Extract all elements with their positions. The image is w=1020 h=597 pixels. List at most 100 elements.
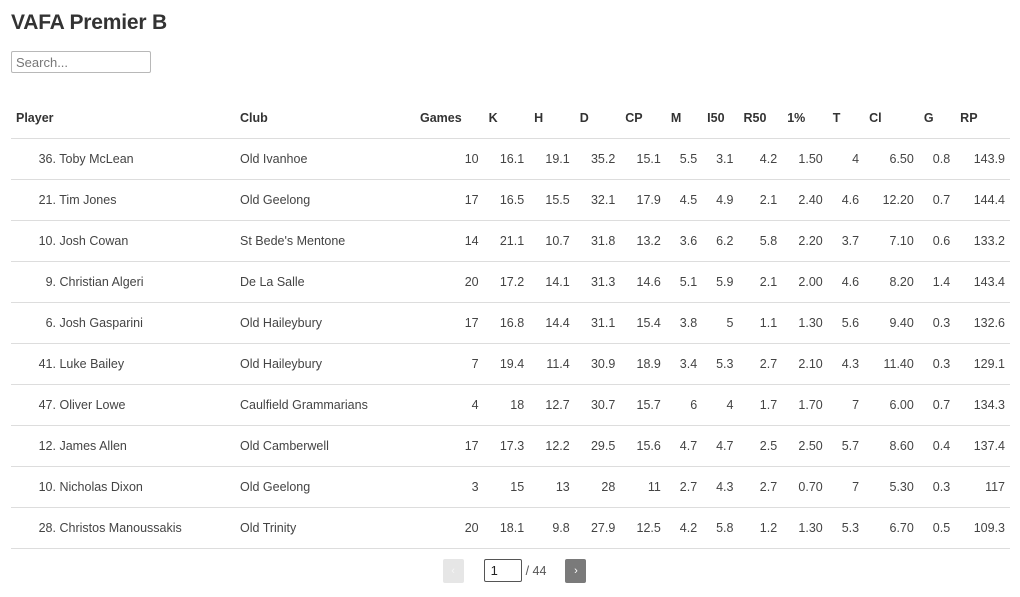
column-header-r50[interactable]: R50 [738, 99, 783, 139]
stat-cell-k: 17.2 [483, 261, 530, 303]
stat-cell-one-percent: 1.50 [782, 138, 828, 180]
stat-cell-cl: 8.60 [864, 425, 919, 467]
column-header-games[interactable]: Games [415, 99, 484, 139]
stat-cell-one-percent: 1.30 [782, 507, 828, 549]
stat-cell-d: 31.1 [574, 302, 621, 344]
stat-cell-d: 30.7 [574, 384, 621, 426]
stat-cell-cp: 14.6 [620, 261, 666, 303]
stat-cell-cl: 6.70 [864, 507, 919, 549]
stat-cell-cp: 11 [620, 466, 666, 508]
table-row[interactable]: 10. Nicholas Dixon Old Geelong 3 15 13 28 11 2.… [11, 466, 1010, 508]
stat-cell-m: 2.7 [665, 466, 703, 508]
table-row[interactable]: 36. Toby McLean Old Ivanhoe 10 16.1 19.1 35.2… [11, 138, 1010, 180]
column-header-h[interactable]: H [529, 99, 575, 139]
stat-cell-t: 5.6 [827, 302, 865, 344]
stat-cell-one-percent: 2.00 [782, 261, 828, 303]
club-cell: Caulfield Grammarians [235, 384, 415, 426]
table-row[interactable]: 21. Tim Jones Old Geelong 17 16.5 15.5 32.1 17… [11, 179, 1010, 221]
stat-cell-rp: 133.2 [955, 220, 1010, 262]
stat-cell-d: 32.1 [574, 179, 621, 221]
stat-cell-m: 5.1 [665, 261, 703, 303]
column-header-cp[interactable]: CP [620, 99, 666, 139]
stat-cell-k: 15 [483, 466, 530, 508]
player-number: 36. [38, 151, 56, 166]
stat-cell-rp: 129.1 [955, 343, 1010, 385]
table-row[interactable]: 10. Josh Cowan St Bede's Mentone 14 21.1 10.… [11, 220, 1010, 262]
stat-cell-d: 30.9 [574, 343, 621, 385]
player-cell: 21. Tim Jones [11, 179, 235, 221]
stat-cell-r50: 2.1 [738, 179, 783, 221]
stat-cell-cp: 12.5 [620, 507, 666, 549]
column-header-one-percent[interactable]: 1% [782, 99, 828, 139]
page-number-input[interactable] [483, 559, 522, 582]
column-header-i50[interactable]: I50 [702, 99, 739, 139]
column-header-t[interactable]: T [827, 99, 865, 139]
player-cell: 28. Christos Manoussakis [11, 507, 235, 549]
stat-cell-d: 35.2 [574, 138, 621, 180]
stat-cell-m: 3.6 [665, 220, 703, 262]
table-row[interactable]: 9. Christian Algeri De La Salle 20 17.2 14.1… [11, 261, 1010, 303]
stat-cell-cp: 15.4 [620, 302, 666, 344]
club-cell: Old Haileybury [235, 343, 415, 385]
player-cell: 47. Oliver Lowe [11, 384, 235, 426]
stat-cell-cl: 9.40 [864, 302, 919, 344]
player-number: 28. [38, 520, 56, 535]
stat-cell-one-percent: 1.30 [782, 302, 828, 344]
column-header-d[interactable]: D [574, 99, 621, 139]
stat-cell-i50: 4.9 [702, 179, 739, 221]
stat-cell-g: 0.3 [918, 343, 956, 385]
stat-cell-d: 27.9 [574, 507, 621, 549]
column-header-k[interactable]: K [483, 99, 530, 139]
stat-cell-g: 1.4 [918, 261, 956, 303]
prev-page-button[interactable]: ‹ [442, 558, 464, 583]
stat-cell-rp: 109.3 [955, 507, 1010, 549]
column-header-cl[interactable]: Cl [864, 99, 919, 139]
player-cell: 12. James Allen [11, 425, 235, 467]
stat-cell-r50: 2.5 [738, 425, 783, 467]
stat-cell-h: 14.4 [529, 302, 575, 344]
player-number: 6. [45, 315, 56, 330]
search-input[interactable] [11, 51, 151, 73]
stat-cell-h: 12.7 [529, 384, 575, 426]
stat-cell-k: 18.1 [483, 507, 530, 549]
stat-cell-h: 11.4 [529, 343, 575, 385]
table-row[interactable]: 47. Oliver Lowe Caulfield Grammarians 4 18 1… [11, 384, 1010, 426]
club-cell: Old Camberwell [235, 425, 415, 467]
stat-cell-m: 4.7 [665, 425, 703, 467]
stat-cell-m: 6 [665, 384, 703, 426]
stat-cell-one-percent: 2.40 [782, 179, 828, 221]
player-cell: 10. Josh Cowan [11, 220, 235, 262]
table-row[interactable]: 28. Christos Manoussakis Old Trinity 20 18.… [11, 507, 1010, 549]
stat-cell-d: 29.5 [574, 425, 621, 467]
stat-cell-cp: 15.1 [620, 138, 666, 180]
stat-cell-t: 7 [827, 384, 865, 426]
next-page-button[interactable]: › [565, 558, 587, 583]
column-header-club[interactable]: Club [235, 99, 415, 139]
stat-cell-t: 5.7 [827, 425, 865, 467]
column-header-rp[interactable]: RP [955, 99, 1010, 139]
table-row[interactable]: 6. Josh Gasparini Old Haileybury 17 16.8 14.… [11, 302, 1010, 344]
stat-cell-h: 19.1 [529, 138, 575, 180]
table-row[interactable]: 41. Luke Bailey Old Haileybury 7 19.4 11.4 30… [11, 343, 1010, 385]
stat-cell-m: 4.5 [665, 179, 703, 221]
table-row[interactable]: 12. James Allen Old Camberwell 17 17.3 12.2 2… [11, 425, 1010, 467]
stat-cell-rp: 143.9 [955, 138, 1010, 180]
player-cell: 41. Luke Bailey [11, 343, 235, 385]
stat-cell-cp: 15.7 [620, 384, 666, 426]
stat-cell-m: 3.4 [665, 343, 703, 385]
player-name: Nicholas Dixon [59, 479, 143, 494]
stat-cell-r50: 4.2 [738, 138, 783, 180]
table-header-row: Player Club Games K H D CP M I50 R50 1% T Cl G RP [11, 99, 1010, 139]
stat-cell-games: 10 [415, 138, 484, 180]
player-name: Christian Algeri [59, 274, 144, 289]
player-cell: 36. Toby McLean [11, 138, 235, 180]
stat-cell-rp: 143.4 [955, 261, 1010, 303]
column-header-m[interactable]: M [665, 99, 703, 139]
stat-cell-h: 9.8 [529, 507, 575, 549]
player-stats-table: Player Club Games K H D CP M I50 R50 1% T Cl G RP 36. … [11, 99, 1010, 549]
stat-cell-cp: 15.6 [620, 425, 666, 467]
stat-cell-cl: 11.40 [864, 343, 919, 385]
column-header-g[interactable]: G [918, 99, 956, 139]
column-header-player[interactable]: Player [11, 99, 235, 139]
stat-cell-cp: 13.2 [620, 220, 666, 262]
